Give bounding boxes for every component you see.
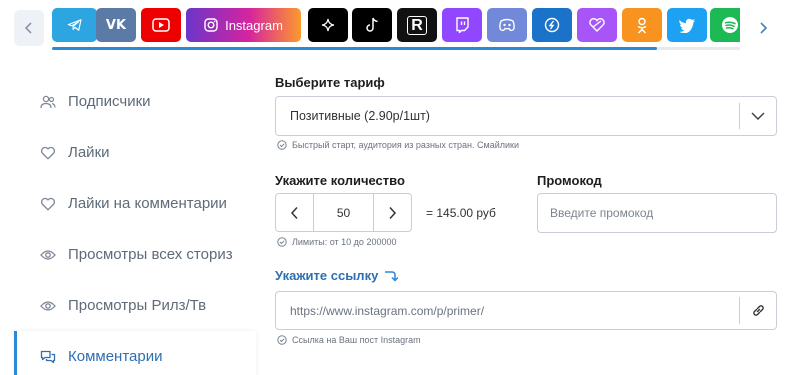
total-price: = 145.00 руб xyxy=(426,206,496,220)
promo-input[interactable]: Введите промокод xyxy=(537,193,777,233)
check-circle-icon xyxy=(277,140,287,150)
link-input[interactable]: https://www.instagram.com/p/primer/ xyxy=(275,291,777,330)
service-sidebar: Подписчики Лайки Лайки на комментарии Пр… xyxy=(14,76,256,375)
users-icon xyxy=(40,94,56,110)
quantity-hint: Лимиты: от 10 до 200000 xyxy=(277,237,396,247)
sidebar-item-label: Подписчики xyxy=(68,93,151,110)
sidebar-item-label: Комментарии xyxy=(68,348,163,365)
platform-twitter[interactable] xyxy=(667,8,707,42)
check-circle-icon xyxy=(277,335,287,345)
instagram-icon xyxy=(204,18,218,32)
platform-youtube[interactable] xyxy=(141,8,181,42)
youtube-icon xyxy=(152,18,170,32)
likee-icon xyxy=(544,17,560,33)
platform-likes[interactable] xyxy=(577,8,617,42)
spotify-icon xyxy=(721,16,739,34)
quantity-decrease-button[interactable] xyxy=(276,194,313,231)
quantity-input[interactable]: 50 xyxy=(313,194,374,231)
sidebar-item-label: Лайки xyxy=(68,144,110,161)
eye-icon xyxy=(40,247,56,263)
twitch-icon xyxy=(455,17,470,33)
tariff-value: Позитивные (2.90р/1шт) xyxy=(290,109,430,123)
link-hint: Ссылка на Ваш пост Instagram xyxy=(277,335,421,345)
platform-tiktok[interactable] xyxy=(352,8,392,42)
promo-placeholder: Введите промокод xyxy=(550,206,654,220)
quantity-increase-button[interactable] xyxy=(374,194,411,231)
telegram-icon xyxy=(66,16,84,34)
tariff-label: Выберите тариф xyxy=(275,75,385,90)
scroll-right-button[interactable] xyxy=(748,10,778,46)
rutube-icon: R xyxy=(407,15,427,35)
platform-tiles: VK Instagram R xyxy=(52,8,740,42)
odnoklassniki-icon xyxy=(635,17,649,34)
scroll-left-button[interactable] xyxy=(14,10,44,46)
platform-twitch[interactable] xyxy=(442,8,482,42)
heart-icon xyxy=(40,145,56,161)
tariff-select[interactable]: Позитивные (2.90р/1шт) xyxy=(275,96,777,136)
platform-rutube[interactable]: R xyxy=(397,8,437,42)
platform-selector: VK Instagram R xyxy=(0,0,800,56)
discord-icon xyxy=(498,18,516,32)
tariff-hint: Быстрый старт, аудитория из разных стран… xyxy=(277,140,519,150)
heart-line-icon xyxy=(588,17,606,33)
platform-spotify[interactable] xyxy=(710,8,740,42)
link-icon[interactable] xyxy=(739,297,776,324)
sidebar-item-followers[interactable]: Подписчики xyxy=(14,76,256,127)
link-label: Укажите ссылку xyxy=(275,268,399,283)
platform-telegram[interactable] xyxy=(52,8,97,42)
platform-odnoklassniki[interactable] xyxy=(622,8,662,42)
sidebar-item-comments[interactable]: Комментарии xyxy=(14,331,256,375)
sidebar-item-label: Просмотры всех сториз xyxy=(68,246,233,263)
chevron-left-icon xyxy=(24,22,32,34)
sidebar-item-label: Лайки на комментарии xyxy=(68,195,227,212)
link-label-text: Укажите ссылку xyxy=(275,268,379,283)
platform-scrollbar-thumb[interactable] xyxy=(52,47,658,50)
tariff-hint-text: Быстрый старт, аудитория из разных стран… xyxy=(292,140,519,150)
platform-instagram[interactable]: Instagram xyxy=(186,8,301,42)
sidebar-item-comment-likes[interactable]: Лайки на комментарии xyxy=(14,178,256,229)
sidebar-item-likes[interactable]: Лайки xyxy=(14,127,256,178)
platform-scrollbar[interactable] xyxy=(52,47,740,50)
arrow-turn-down-icon xyxy=(384,270,399,282)
quantity-label: Укажите количество xyxy=(275,173,405,188)
sparkle-icon xyxy=(321,18,335,32)
chevron-left-icon xyxy=(290,206,298,219)
chevron-right-icon xyxy=(760,22,768,34)
tiktok-icon xyxy=(365,17,379,33)
platform-vk[interactable]: VK xyxy=(96,8,136,42)
sidebar-item-reels-views[interactable]: Просмотры Рилз/Тв xyxy=(14,280,256,331)
quantity-hint-text: Лимиты: от 10 до 200000 xyxy=(292,237,397,247)
promo-label: Промокод xyxy=(537,173,602,188)
check-circle-icon xyxy=(277,237,287,247)
comments-icon xyxy=(40,349,56,365)
platform-likee[interactable] xyxy=(532,8,572,42)
sidebar-item-label: Просмотры Рилз/Тв xyxy=(68,297,207,314)
twitter-icon xyxy=(678,18,696,33)
link-placeholder: https://www.instagram.com/p/primer/ xyxy=(290,303,485,318)
vk-icon: VK xyxy=(105,17,127,33)
eye-icon xyxy=(40,298,56,314)
sidebar-item-story-views[interactable]: Просмотры всех сториз xyxy=(14,229,256,280)
link-hint-text: Ссылка на Ваш пост Instagram xyxy=(292,335,421,345)
chevron-down-icon[interactable] xyxy=(739,103,776,129)
platform-spark[interactable] xyxy=(308,8,348,42)
heart-icon xyxy=(40,196,56,212)
quantity-stepper[interactable]: 50 xyxy=(275,193,412,232)
platform-instagram-label: Instagram xyxy=(225,17,283,33)
platform-discord[interactable] xyxy=(487,8,527,42)
chevron-right-icon xyxy=(389,206,397,219)
